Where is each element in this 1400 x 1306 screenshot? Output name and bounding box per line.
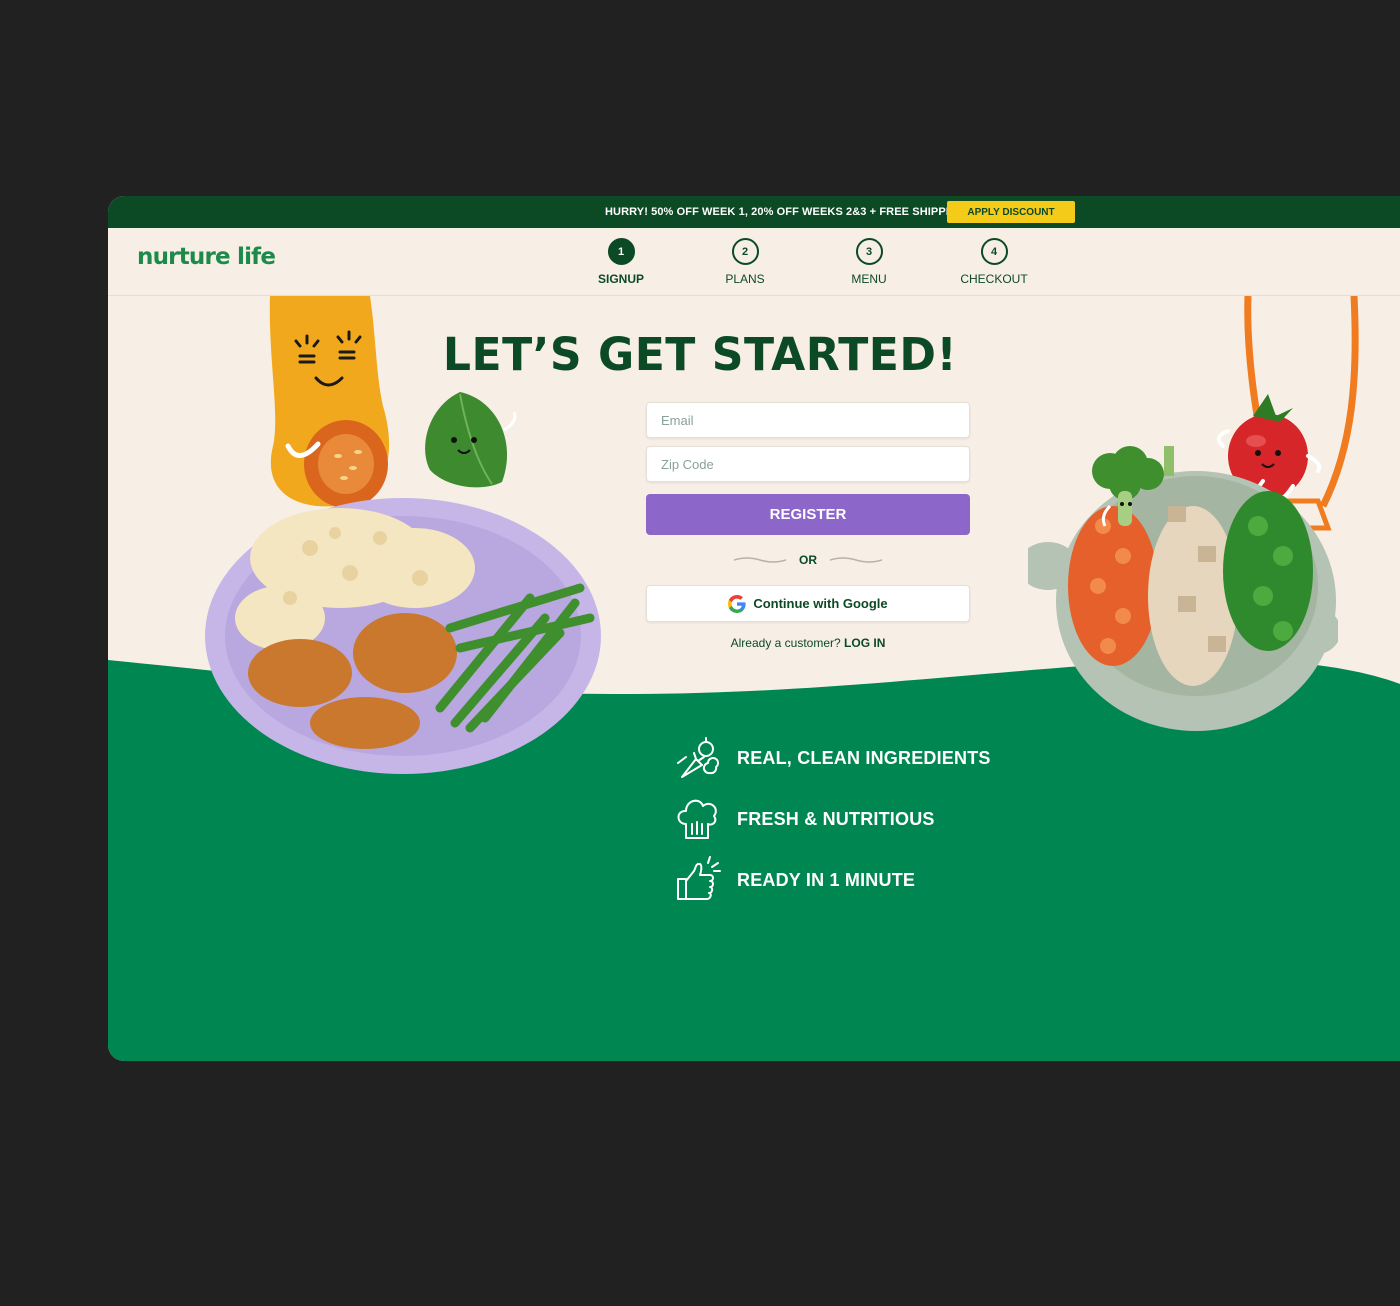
feature-text: FRESH & NUTRITIOUS — [737, 808, 935, 829]
email-input[interactable] — [646, 402, 970, 438]
step-number: 2 — [731, 238, 759, 265]
promo-bar: HURRY! 50% OFF WEEK 1, 20% OFF WEEKS 2&3… — [108, 196, 1400, 228]
or-label: OR — [799, 553, 817, 567]
header: nurture life 1 SIGNUP 2 PLANS 3 MENU 4 C… — [108, 228, 1400, 296]
page-frame: HURRY! 50% OFF WEEK 1, 20% OFF WEEKS 2&3… — [108, 196, 1400, 1061]
vegetables-icon — [677, 737, 719, 778]
step-number: 4 — [980, 238, 1008, 265]
step-menu[interactable]: 3 MENU — [824, 238, 914, 286]
continue-with-google-button[interactable]: Continue with Google — [646, 585, 970, 622]
feature-item: FRESH & NUTRITIOUS — [672, 794, 935, 844]
feature-text: REAL, CLEAN INGREDIENTS — [737, 747, 991, 768]
feature-text: READY IN 1 MINUTE — [737, 869, 916, 890]
already-customer-text: Already a customer? — [730, 636, 841, 650]
step-checkout[interactable]: 4 CHECKOUT — [949, 238, 1039, 286]
spinach-character-icon — [425, 392, 517, 488]
broccoli-character-icon — [1092, 446, 1164, 527]
login-prompt: Already a customer? LOG IN — [646, 636, 970, 650]
register-button[interactable]: REGISTER — [646, 494, 970, 535]
chef-hat-icon — [677, 799, 717, 839]
plate-meal-image — [205, 498, 601, 774]
bowl-meal-image — [1028, 446, 1338, 731]
step-number: 1 — [607, 238, 635, 265]
page-title: LET’S GET STARTED! — [442, 328, 958, 381]
login-link[interactable]: LOG IN — [844, 636, 885, 650]
logo[interactable]: nurture life — [137, 244, 276, 270]
step-label: CHECKOUT — [960, 272, 1028, 286]
step-signup[interactable]: 1 SIGNUP — [576, 238, 666, 286]
step-label: MENU — [851, 272, 887, 286]
or-divider-right — [830, 557, 882, 563]
feature-item: READY IN 1 MINUTE — [672, 855, 915, 905]
step-label: SIGNUP — [597, 272, 644, 286]
step-number: 3 — [855, 238, 883, 265]
promo-text: HURRY! 50% OFF WEEK 1, 20% OFF WEEKS 2&3… — [605, 206, 966, 218]
google-icon — [728, 594, 746, 613]
google-button-label: Continue with Google — [753, 596, 888, 611]
step-plans[interactable]: 2 PLANS — [700, 238, 790, 286]
step-label: PLANS — [725, 272, 765, 286]
zip-code-input[interactable] — [646, 446, 970, 482]
feature-item: REAL, CLEAN INGREDIENTS — [672, 733, 991, 783]
thumbs-up-icon — [677, 856, 721, 900]
apply-discount-button[interactable]: APPLY DISCOUNT — [947, 201, 1075, 223]
